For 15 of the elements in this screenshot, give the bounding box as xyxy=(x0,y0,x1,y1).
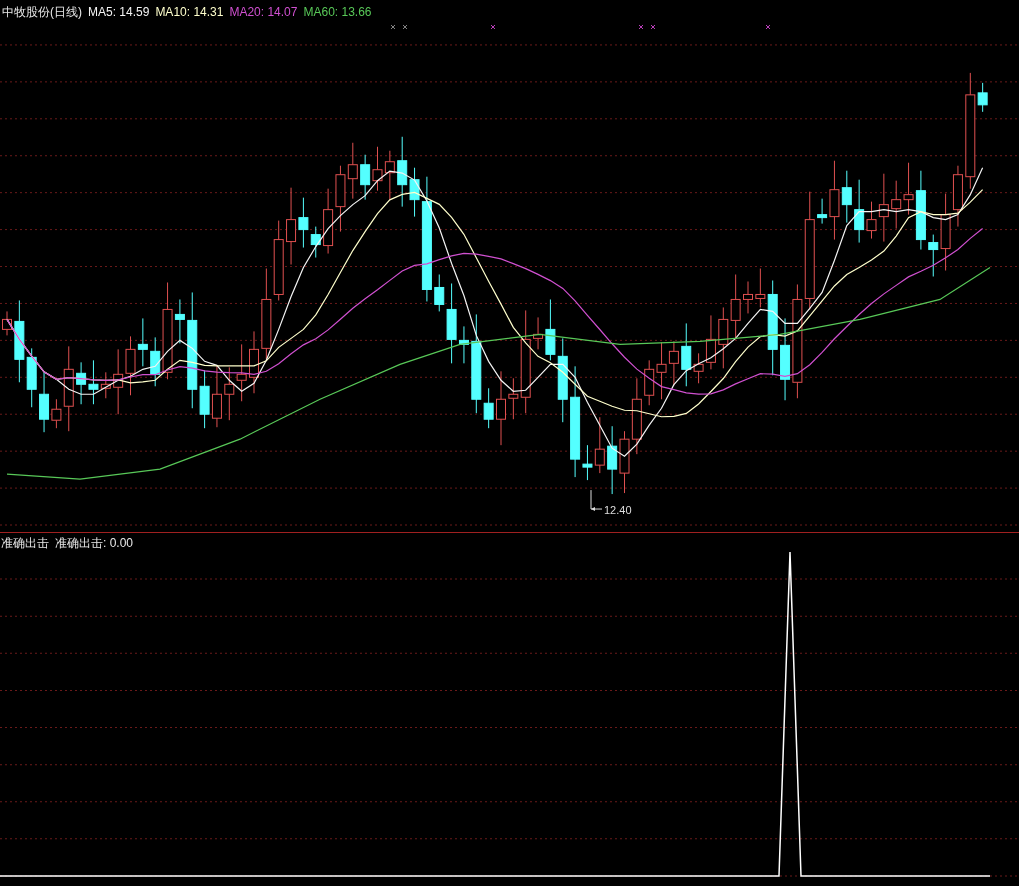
moving-average-value: MA20: 14.07 xyxy=(229,4,298,20)
signal-x-icon xyxy=(765,24,771,30)
signal-x-icon xyxy=(390,24,396,30)
signal-x-icon xyxy=(402,24,408,30)
moving-average-value: MA10: 14.31 xyxy=(155,4,224,20)
moving-average-value: MA5: 14.59 xyxy=(88,4,150,20)
signal-x-icon xyxy=(490,24,496,30)
leader-line xyxy=(590,489,603,512)
signal-x-icon xyxy=(650,24,656,30)
stock-title: 中牧股份(日线) xyxy=(2,4,82,20)
indicator-name: 准确出击 xyxy=(1,535,49,549)
indicator-value: 准确出击: 0.00 xyxy=(55,535,134,549)
low-price-label: 12.40 xyxy=(604,505,632,516)
moving-average-value: MA60: 13.66 xyxy=(303,4,372,20)
signal-x-icon xyxy=(638,24,644,30)
